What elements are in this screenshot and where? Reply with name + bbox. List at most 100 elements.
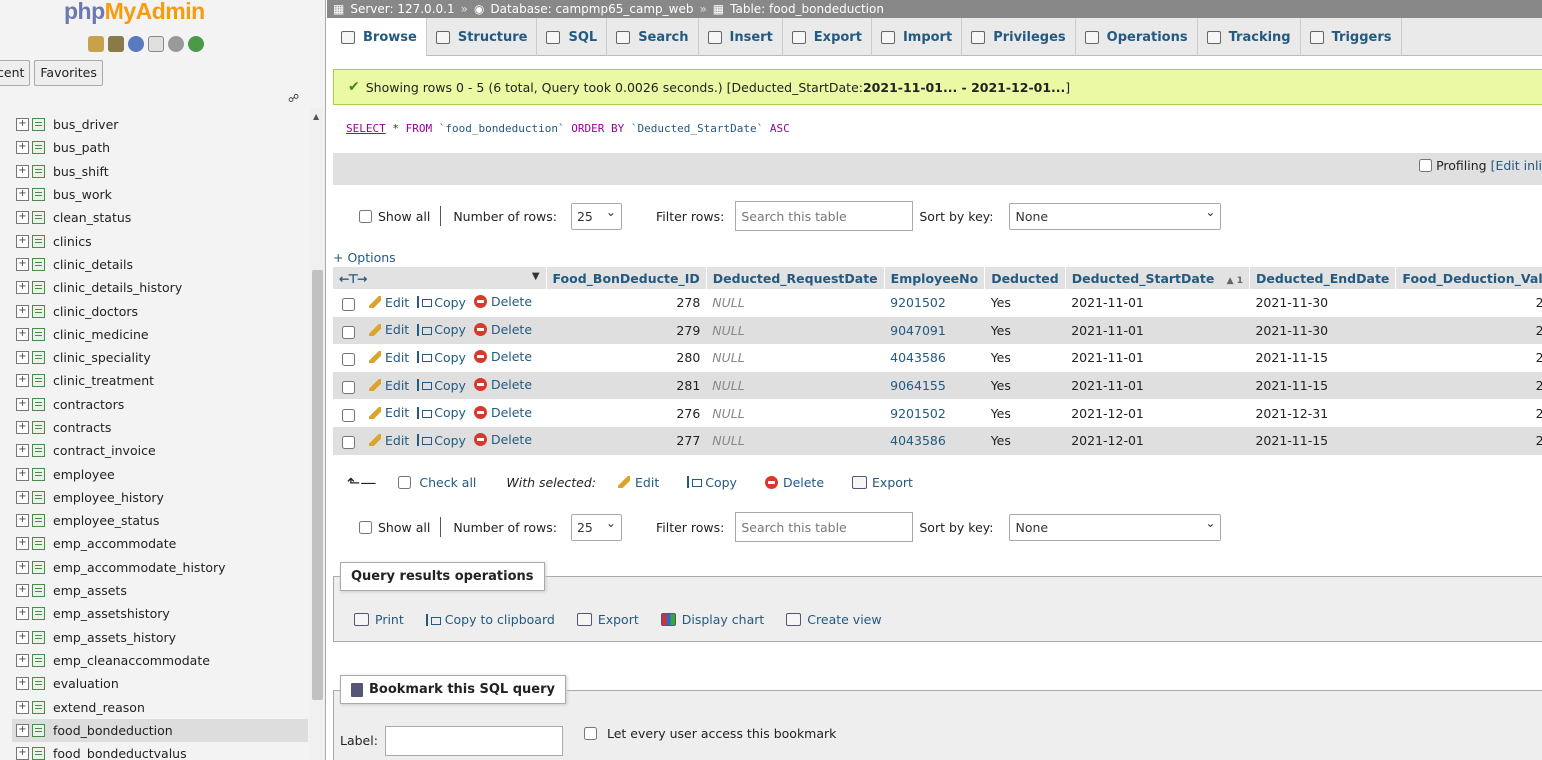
filter-rows-input[interactable]: Search this table (735, 201, 914, 231)
breadcrumb-database[interactable]: Database: campmp65_camp_web (490, 2, 693, 16)
sort-by-key-select[interactable]: None (1009, 202, 1222, 230)
cell-employeeno[interactable]: 9064155 (884, 371, 985, 400)
table-icon[interactable] (32, 118, 45, 132)
copy-row-button[interactable]: Copy (417, 295, 466, 310)
cell-deducted[interactable]: Yes (984, 289, 1066, 317)
profiling-checkbox[interactable] (1419, 159, 1433, 172)
row-checkbox[interactable] (342, 353, 355, 367)
tree-item-label[interactable]: employee_status (53, 513, 159, 528)
cell-value[interactable]: 200 (1395, 426, 1542, 455)
tree-item[interactable]: + clinic_treatment (12, 369, 308, 392)
table-icon[interactable] (32, 188, 45, 202)
table-icon[interactable] (32, 141, 45, 155)
bulk-copy-button[interactable]: Copy (687, 475, 737, 490)
tree-item-label[interactable]: clinic_details (53, 257, 133, 272)
column-resize-arrows-icon[interactable]: ←⊤→ (339, 271, 367, 286)
cell-end-date[interactable]: 2021-11-15 (1249, 344, 1396, 372)
options-link[interactable]: + Options (333, 250, 396, 265)
tree-item-label[interactable]: food_bondeductvalus (53, 746, 187, 760)
expand-icon[interactable]: + (16, 327, 29, 341)
tree-item-label[interactable]: emp_accommodate_history (53, 560, 226, 575)
tree-item[interactable]: + contract_invoice (12, 439, 308, 462)
cell-value[interactable]: 200 (1395, 289, 1542, 317)
expand-icon[interactable]: + (16, 537, 29, 551)
tree-item[interactable]: + contracts (12, 416, 308, 439)
bulk-export-button[interactable]: Export (852, 475, 913, 490)
cell-request-date[interactable]: NULL (706, 371, 885, 400)
breadcrumb-table[interactable]: Table: food_bondeduction (730, 2, 884, 16)
expand-icon[interactable]: + (16, 723, 29, 737)
delete-row-button[interactable]: Delete (473, 349, 532, 364)
expand-icon[interactable]: + (16, 444, 29, 458)
cell-value[interactable]: 200 (1395, 316, 1542, 345)
col-deducted[interactable]: Deducted (984, 267, 1066, 289)
tree-item[interactable]: + emp_assets_history (12, 626, 308, 649)
copy-row-button[interactable]: Copy (417, 350, 466, 365)
expand-icon[interactable]: + (16, 397, 29, 411)
nav-tab-recent[interactable]: cent (0, 60, 31, 86)
cell-employeeno[interactable]: 9201502 (884, 289, 985, 317)
cell-value[interactable]: 200 (1395, 344, 1542, 372)
delete-row-button[interactable]: Delete (473, 322, 532, 337)
logout-icon[interactable] (108, 36, 124, 52)
cell-request-date[interactable]: NULL (706, 399, 885, 427)
cell-request-date[interactable]: NULL (706, 426, 885, 455)
cell-deducted[interactable]: Yes (984, 316, 1066, 345)
tree-item-label[interactable]: clinic_speciality (53, 350, 151, 365)
print-link[interactable]: Print (354, 612, 404, 627)
tree-item[interactable]: + employee_status (12, 509, 308, 532)
nav-tab-favorites[interactable]: Favorites (34, 60, 103, 86)
cell-employeeno[interactable]: 4043586 (884, 344, 985, 372)
expand-icon[interactable]: + (16, 421, 29, 434)
breadcrumb-server[interactable]: Server: 127.0.0.1 (350, 2, 454, 16)
tree-item[interactable]: + clinic_speciality (12, 346, 308, 369)
tree-item[interactable]: + clinic_details (12, 253, 308, 276)
expand-icon[interactable]: + (16, 351, 29, 365)
tree-item[interactable]: + clinics (12, 229, 308, 252)
employeeno-link[interactable]: 9201502 (890, 406, 946, 421)
show-all-checkbox[interactable] (359, 209, 372, 223)
table-icon[interactable] (32, 234, 45, 248)
tree-item[interactable]: + clinic_details_history (12, 276, 308, 299)
num-rows-select[interactable]: 25 (570, 202, 622, 230)
table-icon[interactable] (32, 747, 45, 760)
cell-start-date[interactable]: 2021-11-01 (1065, 371, 1250, 400)
cell-end-date[interactable]: 2021-11-30 (1249, 289, 1396, 317)
expand-icon[interactable]: + (16, 677, 29, 691)
table-icon[interactable] (32, 584, 45, 598)
tree-item-label[interactable]: emp_accommodate (53, 536, 176, 551)
reload-icon[interactable] (188, 36, 204, 52)
tree-item[interactable]: + emp_assets (12, 579, 308, 602)
copy-to-clipboard-link[interactable]: Copy to clipboard (425, 612, 555, 627)
cell-id[interactable]: 279 (546, 316, 707, 345)
tree-item-label[interactable]: contractors (53, 397, 124, 412)
tree-item-label[interactable]: clinic_doctors (53, 304, 138, 319)
tree-item[interactable]: + bus_work (12, 183, 308, 206)
table-icon[interactable] (32, 514, 45, 528)
copy-row-button[interactable]: Copy (417, 433, 466, 448)
cell-value[interactable]: 200 (1395, 371, 1542, 400)
tree-item[interactable]: + clinic_doctors (12, 299, 308, 322)
cell-value[interactable]: 200 (1395, 399, 1542, 427)
tab-export[interactable]: Export (783, 18, 872, 56)
row-checkbox[interactable] (342, 408, 355, 422)
table-icon[interactable] (32, 351, 45, 365)
expand-icon[interactable]: + (16, 560, 29, 574)
settings-icon[interactable] (168, 36, 184, 52)
cell-start-date[interactable]: 2021-11-01 (1065, 344, 1250, 372)
tree-item[interactable]: + food_bondeductvalus (12, 742, 308, 760)
tab-structure[interactable]: Structure (427, 18, 538, 56)
expand-icon[interactable]: + (16, 747, 29, 760)
copy-row-button[interactable]: Copy (417, 322, 466, 337)
tree-item-label[interactable]: food_bondeduction (53, 723, 173, 738)
table-icon[interactable] (32, 537, 45, 551)
tab-import[interactable]: Import (872, 18, 963, 56)
tree-item[interactable]: + evaluation (12, 672, 308, 695)
scrollbar-thumb[interactable] (312, 270, 323, 700)
expand-icon[interactable]: + (16, 188, 29, 202)
create-view-link[interactable]: Create view (786, 612, 882, 627)
row-checkbox[interactable] (342, 381, 355, 395)
expand-icon[interactable]: + (16, 141, 29, 155)
cell-id[interactable]: 277 (546, 426, 707, 455)
tree-item-label[interactable]: employee_history (53, 490, 164, 505)
